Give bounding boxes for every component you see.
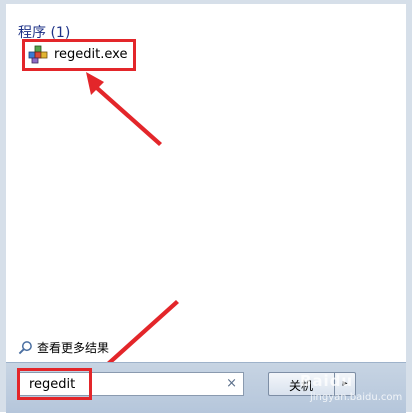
watermark-brand: Baidu <box>300 372 354 390</box>
arrow-up <box>86 72 162 146</box>
clear-search-icon[interactable]: × <box>226 376 237 392</box>
see-more-results-label: 查看更多结果 <box>37 340 110 355</box>
see-more-results-link[interactable]: 查看更多结果 <box>18 338 109 356</box>
watermark-sub: jingyan.baidu.com <box>310 392 403 403</box>
highlight-box-search <box>17 368 92 400</box>
magnifier-icon <box>18 340 32 354</box>
